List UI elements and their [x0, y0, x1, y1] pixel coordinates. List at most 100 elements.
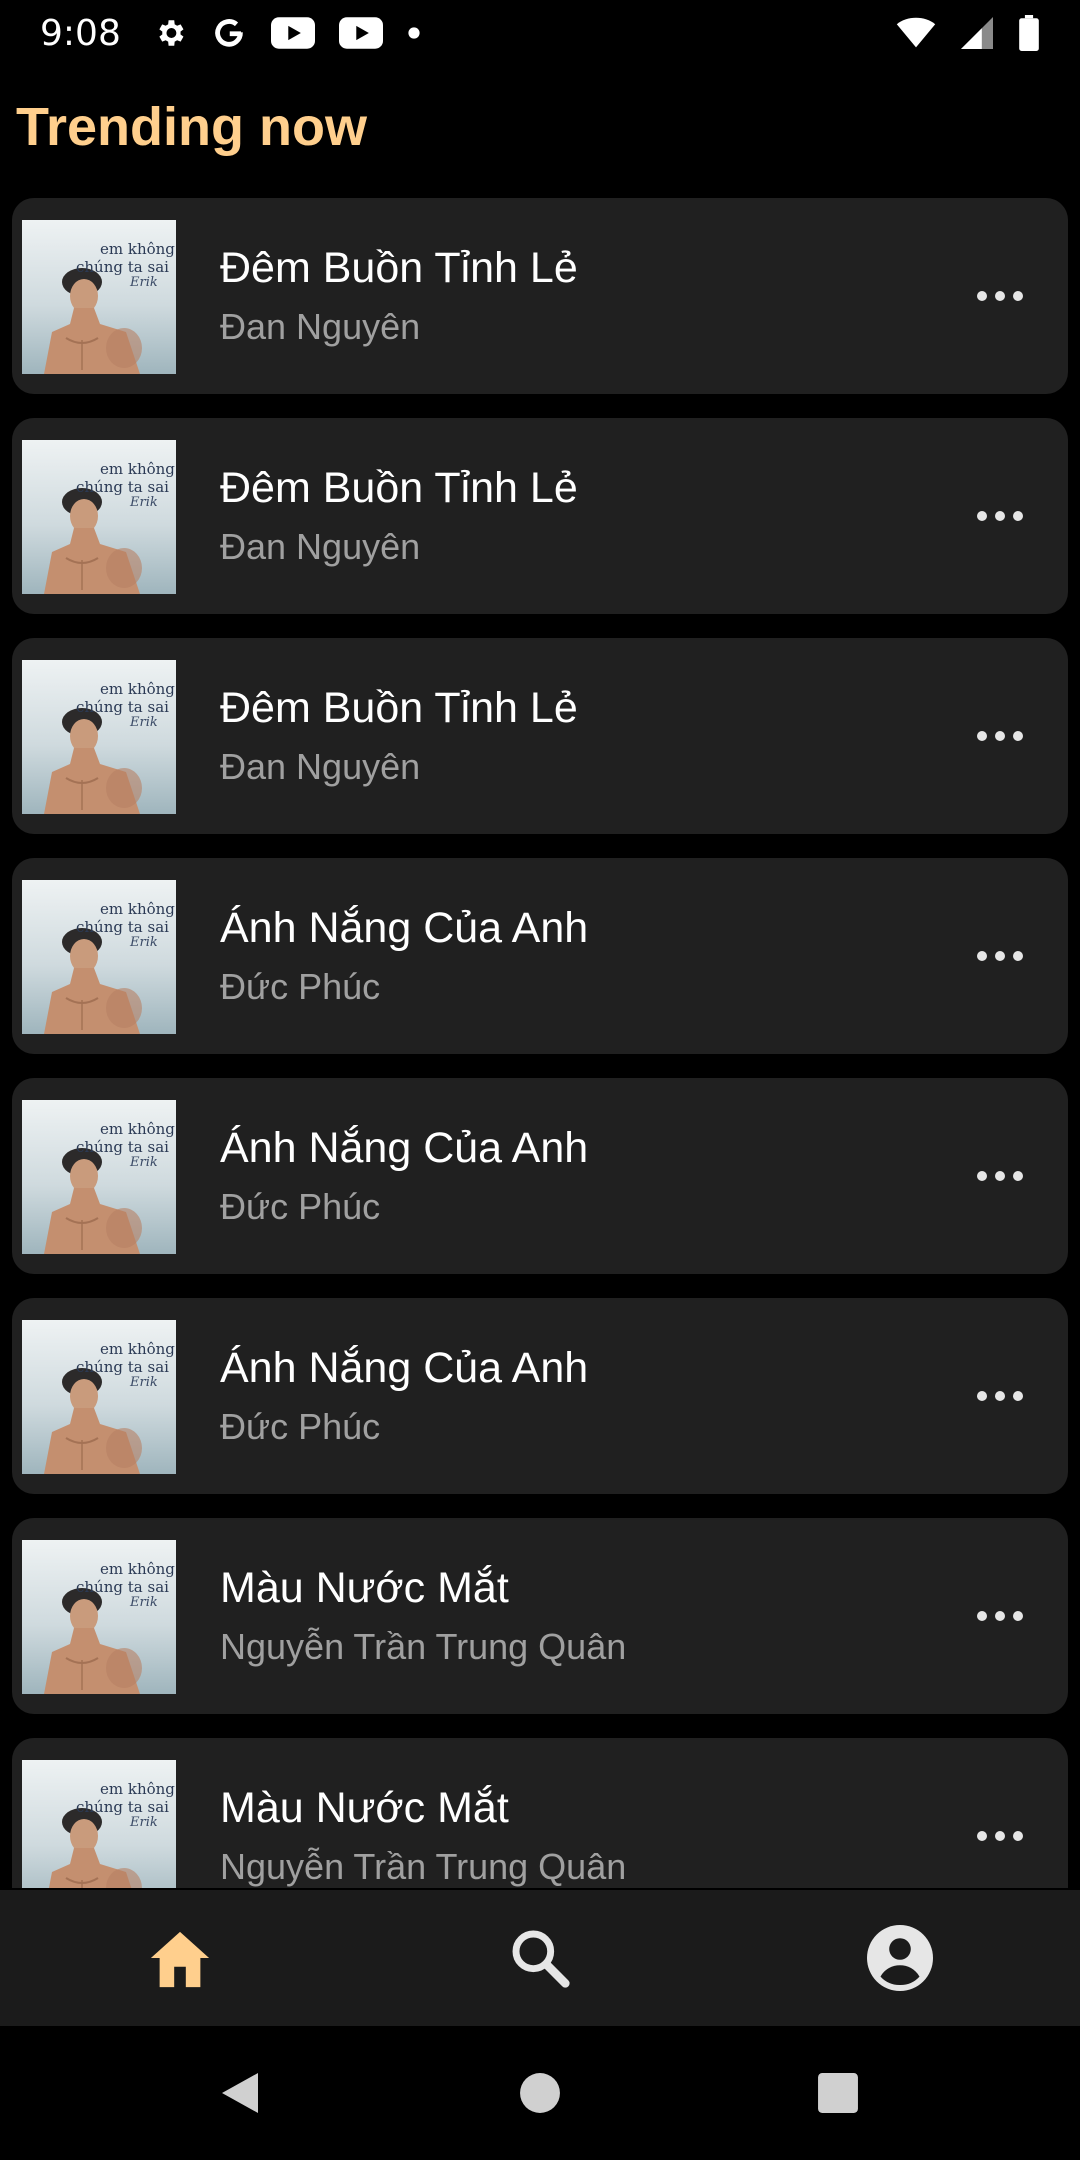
- bottom-navigation: [0, 1890, 1080, 2026]
- more-options-button[interactable]: [968, 716, 1032, 756]
- song-list-item[interactable]: em không sai chúng ta sai Erik Ánh Nắng …: [12, 1298, 1068, 1494]
- cover-signature: Erik: [129, 715, 158, 730]
- recents-icon: [817, 2072, 859, 2114]
- album-cover-image: em không sai chúng ta sai Erik: [22, 660, 176, 814]
- home-icon: [145, 1926, 215, 1990]
- more-horizontal-icon: [976, 1390, 1024, 1402]
- cover-text-line2: chúng ta sai: [76, 478, 169, 496]
- song-list-item[interactable]: em không sai chúng ta sai Erik Màu Nước …: [12, 1738, 1068, 1888]
- more-options-button[interactable]: [968, 936, 1032, 976]
- more-options-button[interactable]: [968, 1156, 1032, 1196]
- song-title: Đêm Buồn Tỉnh Lẻ: [220, 464, 578, 512]
- home-circle-icon: [519, 2072, 561, 2114]
- song-title: Ánh Nắng Của Anh: [220, 1344, 589, 1392]
- song-artist: Đức Phúc: [220, 1406, 381, 1447]
- more-horizontal-icon: [976, 290, 1024, 302]
- more-horizontal-icon: [976, 730, 1024, 742]
- cover-text-line1: em không sai: [100, 1560, 176, 1578]
- song-title: Đêm Buồn Tỉnh Lẻ: [220, 684, 578, 732]
- nav-search-button[interactable]: [440, 1890, 640, 2026]
- gear-icon: [153, 16, 187, 50]
- youtube-icon: [270, 17, 315, 49]
- song-artist: Nguyễn Trần Trung Quân: [220, 1626, 627, 1667]
- song-artist: Đức Phúc: [220, 966, 381, 1007]
- more-options-button[interactable]: [968, 1596, 1032, 1636]
- album-cover-image: em không sai chúng ta sai Erik: [22, 440, 176, 594]
- album-cover-image: em không sai chúng ta sai Erik: [22, 880, 176, 1034]
- cover-signature: Erik: [129, 1815, 158, 1830]
- song-list-item[interactable]: em không sai chúng ta sai Erik Đêm Buồn …: [12, 638, 1068, 834]
- cover-signature: Erik: [129, 1375, 158, 1390]
- more-horizontal-icon: [976, 1830, 1024, 1842]
- song-title: Màu Nước Mắt: [220, 1784, 509, 1832]
- album-cover-image: em không sai chúng ta sai Erik: [22, 220, 176, 374]
- status-left: 9:08: [40, 13, 421, 54]
- dot-icon: [407, 26, 421, 40]
- status-right: [896, 15, 1040, 51]
- song-list-item[interactable]: em không sai chúng ta sai Erik Ánh Nắng …: [12, 858, 1068, 1054]
- song-artist: Đức Phúc: [220, 1186, 381, 1227]
- song-artist: Nguyễn Trần Trung Quân: [220, 1846, 627, 1887]
- cover-text-line1: em không sai: [100, 460, 176, 478]
- cover-text-line1: em không sai: [100, 240, 176, 258]
- more-options-button[interactable]: [968, 276, 1032, 316]
- cover-text-line2: chúng ta sai: [76, 1798, 169, 1816]
- song-title: Đêm Buồn Tỉnh Lẻ: [220, 244, 578, 292]
- system-recents-button[interactable]: [758, 2026, 918, 2160]
- more-horizontal-icon: [976, 950, 1024, 962]
- battery-icon: [1018, 15, 1040, 51]
- cover-text-line2: chúng ta sai: [76, 1578, 169, 1596]
- status-bar: 9:08: [0, 0, 1080, 66]
- cover-text-line2: chúng ta sai: [76, 918, 169, 936]
- status-time: 9:08: [40, 12, 121, 54]
- song-title: Màu Nước Mắt: [220, 1564, 509, 1612]
- song-title: Ánh Nắng Của Anh: [220, 1124, 589, 1172]
- page-title: Trending now: [16, 97, 367, 157]
- cover-text-line2: chúng ta sai: [76, 1138, 169, 1156]
- search-icon: [508, 1926, 572, 1990]
- song-title: Ánh Nắng Của Anh: [220, 904, 589, 952]
- song-list-item[interactable]: em không sai chúng ta sai Erik Đêm Buồn …: [12, 198, 1068, 394]
- more-horizontal-icon: [976, 1610, 1024, 1622]
- cover-signature: Erik: [129, 275, 158, 290]
- cover-text-line2: chúng ta sai: [76, 258, 169, 276]
- cover-text-line2: chúng ta sai: [76, 698, 169, 716]
- song-list-item[interactable]: em không sai chúng ta sai Erik Màu Nước …: [12, 1518, 1068, 1714]
- more-options-button[interactable]: [968, 496, 1032, 536]
- cover-text-line1: em không sai: [100, 900, 176, 918]
- google-icon: [211, 15, 247, 51]
- album-cover-image: em không sai chúng ta sai Erik: [22, 1760, 176, 1888]
- back-icon: [218, 2069, 262, 2117]
- more-horizontal-icon: [976, 510, 1024, 522]
- system-back-button[interactable]: [160, 2026, 320, 2160]
- cover-text-line2: chúng ta sai: [76, 1358, 169, 1376]
- more-options-button[interactable]: [968, 1376, 1032, 1416]
- song-list-item[interactable]: em không sai chúng ta sai Erik Đêm Buồn …: [12, 418, 1068, 614]
- cover-signature: Erik: [129, 1595, 158, 1610]
- wifi-icon: [896, 17, 936, 49]
- nav-home-button[interactable]: [80, 1890, 280, 2026]
- cover-text-line1: em không sai: [100, 1340, 176, 1358]
- song-artist: Đan Nguyên: [220, 306, 421, 347]
- cover-signature: Erik: [129, 935, 158, 950]
- system-navigation-bar: [0, 2026, 1080, 2160]
- album-cover-image: em không sai chúng ta sai Erik: [22, 1100, 176, 1254]
- cover-text-line1: em không sai: [100, 680, 176, 698]
- album-cover-image: em không sai chúng ta sai Erik: [22, 1540, 176, 1694]
- cover-signature: Erik: [129, 1155, 158, 1170]
- youtube-icon: [338, 17, 383, 49]
- song-list[interactable]: em không sai chúng ta sai Erik Đêm Buồn …: [12, 198, 1068, 1888]
- system-home-button[interactable]: [460, 2026, 620, 2160]
- cover-signature: Erik: [129, 495, 158, 510]
- cover-text-line1: em không sai: [100, 1780, 176, 1798]
- song-artist: Đan Nguyên: [220, 526, 421, 567]
- more-options-button[interactable]: [968, 1816, 1032, 1856]
- more-horizontal-icon: [976, 1170, 1024, 1182]
- nav-account-button[interactable]: [800, 1890, 1000, 2026]
- song-list-item[interactable]: em không sai chúng ta sai Erik Ánh Nắng …: [12, 1078, 1068, 1274]
- song-artist: Đan Nguyên: [220, 746, 421, 787]
- album-cover-image: em không sai chúng ta sai Erik: [22, 1320, 176, 1474]
- cover-text-line1: em không sai: [100, 1120, 176, 1138]
- account-icon: [864, 1922, 936, 1994]
- signal-icon: [960, 17, 994, 49]
